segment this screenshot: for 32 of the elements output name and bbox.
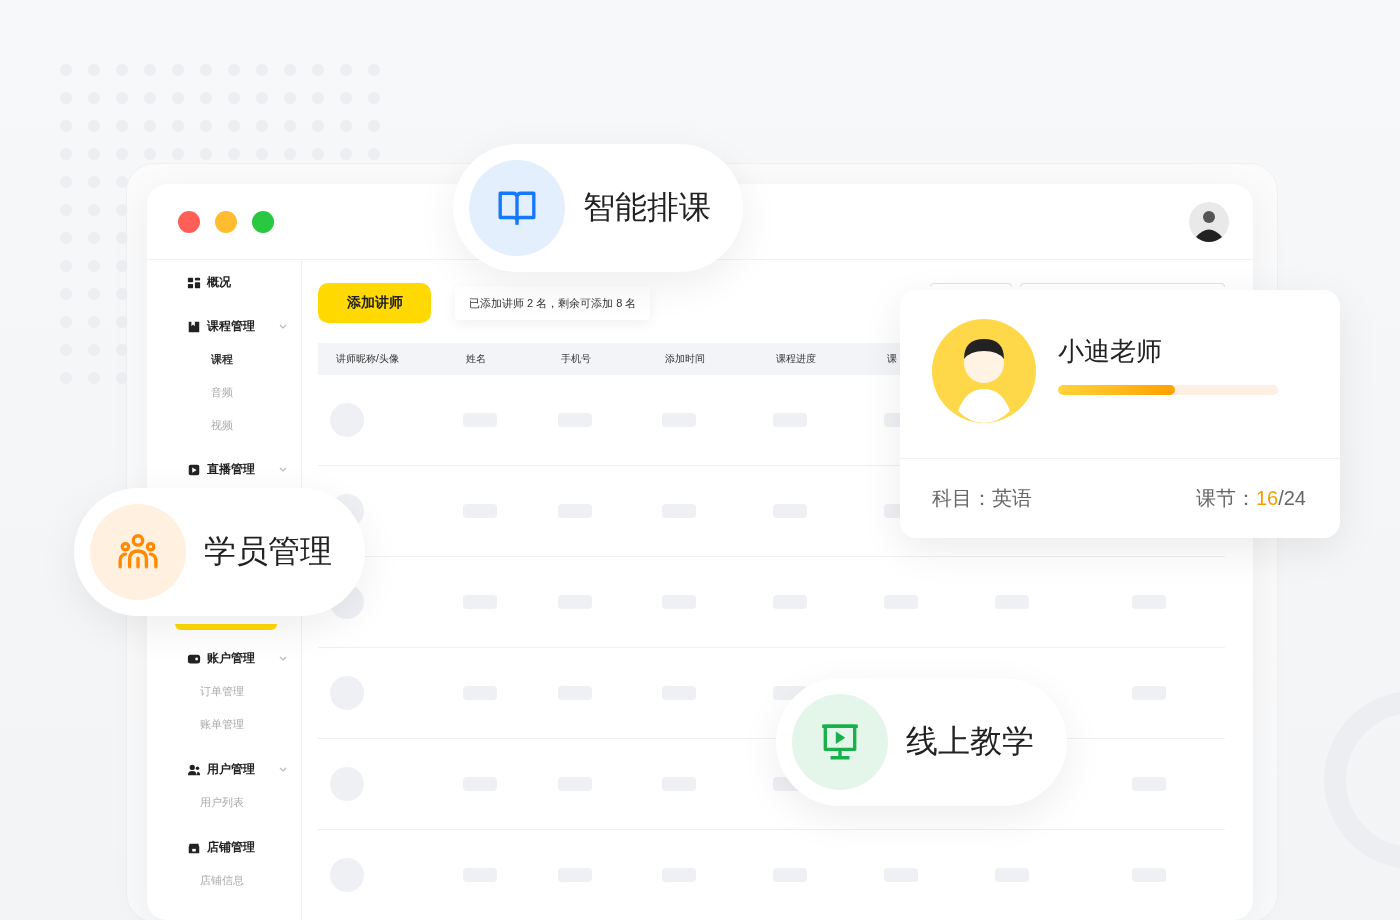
maximize-button[interactable] [252,210,274,233]
subject-label: 科目： [932,487,992,509]
sidebar-group[interactable]: 概况 [147,266,301,299]
lessons-total: /24 [1278,487,1306,509]
people-icon [187,762,201,777]
column-header: 手机号 [561,352,592,366]
grid-icon [187,275,201,290]
column-header: 讲师昵称/头像 [335,352,400,366]
close-button[interactable] [178,210,200,233]
play-icon [187,462,201,477]
minimize-button[interactable] [215,210,237,233]
add-teacher-button[interactable]: 添加讲师 [318,283,431,323]
column-header: 添加时间 [665,352,706,366]
user-avatar[interactable] [1189,201,1229,242]
sidebar-group[interactable]: 用户管理 [147,753,301,786]
feature-label: 智能排课 [583,188,711,227]
sidebar-group[interactable]: 账户管理 [147,642,301,675]
bookmark-icon [187,319,201,334]
quota-note: 已添加讲师 2 名，剩余可添加 8 名 [455,286,651,320]
lessons-done: 16 [1255,487,1279,509]
feature-label: 学员管理 [204,532,332,571]
column-header: 课 [887,352,898,366]
sidebar-group[interactable]: 直播管理 [147,453,301,486]
sidebar-group[interactable]: 课程管理 [147,310,301,343]
column-header: 课程进度 [776,352,817,366]
sidebar-item[interactable]: 课程 [147,343,301,376]
subject-value: 英语 [992,487,1032,509]
teacher-name: 小迪老师 [1058,334,1163,368]
feature-label: 线上教学 [906,722,1034,761]
column-header: 姓名 [466,352,487,366]
lessons-label: 课节： [1195,487,1256,509]
sidebar-group[interactable]: 店铺管理 [147,831,301,864]
